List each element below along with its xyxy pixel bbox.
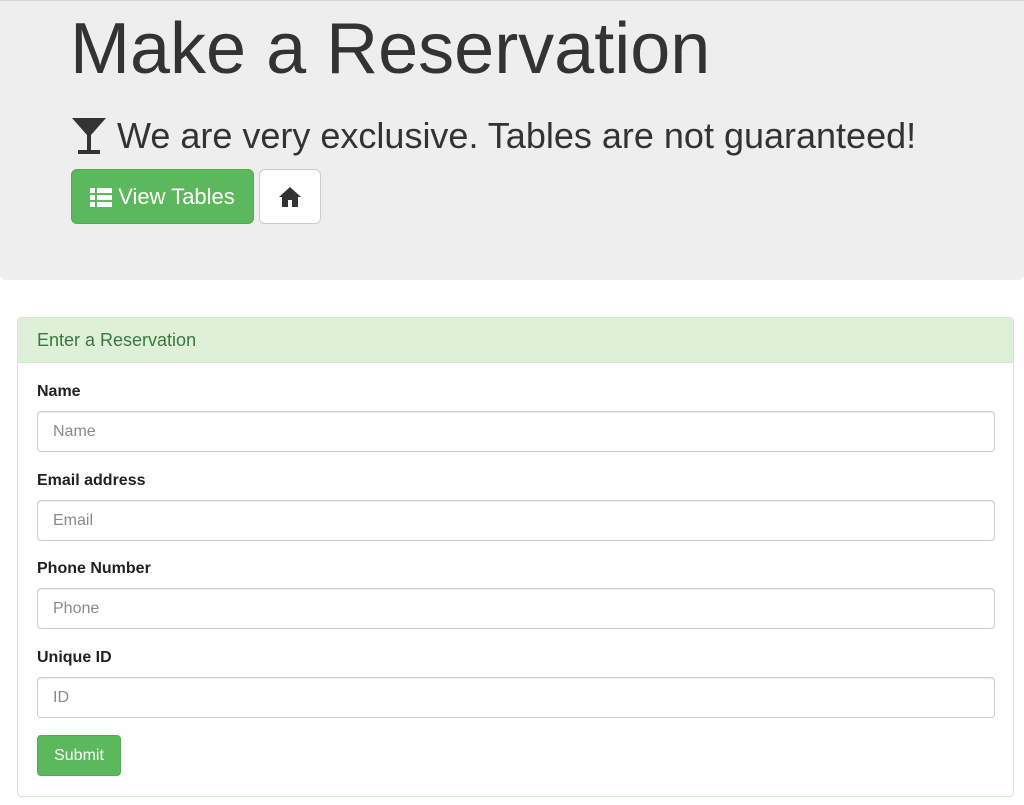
view-tables-label: View Tables xyxy=(118,183,235,209)
unique-id-group: Unique ID xyxy=(37,648,995,718)
email-input[interactable] xyxy=(37,500,995,541)
submit-button[interactable]: Submit xyxy=(37,735,121,776)
email-label: Email address xyxy=(37,472,146,489)
email-group: Email address xyxy=(37,471,995,541)
name-group: Name xyxy=(37,382,995,452)
jumbotron: Make a Reservation We are very exclusive… xyxy=(0,0,1024,280)
name-input[interactable] xyxy=(37,411,995,452)
home-button[interactable] xyxy=(259,169,321,224)
phone-input[interactable] xyxy=(37,588,995,629)
phone-label: Phone Number xyxy=(37,560,151,577)
phone-group: Phone Number xyxy=(37,559,995,629)
unique-id-input[interactable] xyxy=(37,677,995,718)
action-buttons: View Tables xyxy=(71,169,321,224)
glass-icon xyxy=(71,116,107,156)
unique-id-label: Unique ID xyxy=(37,649,112,666)
subtitle-row: We are very exclusive. Tables are not gu… xyxy=(71,113,916,159)
view-tables-button[interactable]: View Tables xyxy=(71,169,254,224)
page-title: Make a Reservation xyxy=(70,9,711,89)
name-label: Name xyxy=(37,383,81,400)
subtitle-text: We are very exclusive. Tables are not gu… xyxy=(117,115,917,156)
home-icon xyxy=(278,186,302,208)
list-icon xyxy=(90,187,113,207)
reservation-panel: Enter a Reservation Name Email address P… xyxy=(17,317,1014,797)
panel-heading: Enter a Reservation xyxy=(18,318,1013,363)
